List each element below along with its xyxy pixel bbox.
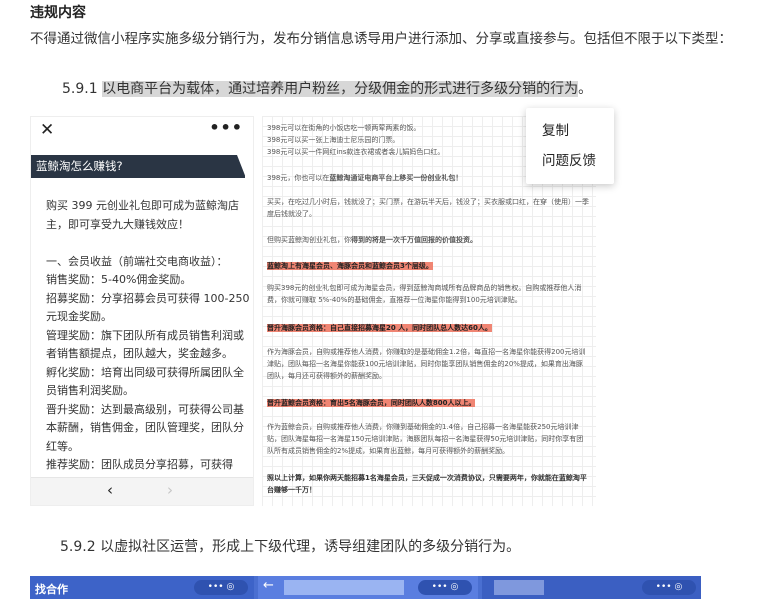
blurred-title	[284, 580, 404, 595]
doc-bold-text: 蓝鲸淘通证电商平台上移买一份创业礼包！	[329, 174, 463, 182]
more-icon[interactable]: •••	[209, 118, 243, 137]
section-number: 5.9.1	[62, 81, 98, 97]
section-5-9-1: 5.9.1 以电商平台为载体，通过培养用户粉丝，分级佣金的形式进行多级分销的行为…	[62, 78, 592, 100]
doc-bold-text: 得到的将是一次千万值回报的价值投资。	[351, 236, 477, 244]
banner-title: 蓝鲸淘怎么赚钱?	[36, 159, 123, 173]
back-arrow-icon[interactable]: ←	[263, 578, 274, 593]
section-5-9-2: 5.9.2 以虚拟社区运营，形成上下级代理，诱导组建团队的多级分销行为。	[60, 539, 521, 555]
strip-panel-3: ••• ◎	[482, 576, 701, 599]
doc-line: 作为海豚会员，自购或推荐他人消费，你赚取的是基础佣金1.2倍，每直招一名海星你能…	[267, 348, 586, 380]
context-menu: 复制 问题反馈	[526, 108, 614, 184]
phone-banner: 蓝鲸淘怎么赚钱?	[31, 155, 246, 178]
back-arrow-icon[interactable]: ‹	[107, 481, 113, 499]
doc-highlight-text: 晋升海豚会员资格：自己直接招募海星20 人，同时团队总人数达60人。	[267, 324, 492, 332]
intro-paragraph: 不得通过微信小程序实施多级分销行为，发布分销信息诱导用户进行添加、分享或直接参与…	[30, 31, 732, 47]
capsule-menu-icon[interactable]: ••• ◎	[642, 580, 696, 595]
strip-panel-1: 找合作 ••• ◎	[30, 576, 254, 599]
banner-notch	[237, 155, 246, 178]
doc-highlight: 蓝鲸淘上有海星会员、海豚会员和蓝鲸会员3个层级。	[267, 260, 589, 272]
bottom-screenshot-strip: 找合作 ••• ◎ ← ••• ◎ ••• ◎	[30, 576, 701, 599]
doc-line: 照以上计算，如果你两天能招募1名海星会员，三天促成一次消费协议，只需要两年，你就…	[267, 474, 587, 494]
capsule-menu-icon[interactable]: ••• ◎	[194, 580, 248, 595]
doc-text: 但购买蓝鲸淘创业礼包，你	[267, 236, 351, 244]
phone-content: 购买 399 元创业礼包即可成为蓝鲸淘店主，即可享受九大赚钱效应！ 一、会员收益…	[46, 199, 250, 490]
doc-highlight: 晋升蓝鲸会员资格：育出5名海豚会员，同时团队人数800人以上。	[267, 397, 589, 409]
miniprogram-screenshot: ✕ ••• 蓝鲸淘怎么赚钱? 购买 399 元创业礼包即可成为蓝鲸淘店主，即可享…	[30, 116, 254, 506]
doc-text: 398元，你也可以在	[267, 174, 330, 182]
forward-arrow-icon[interactable]: ›	[167, 481, 173, 499]
section-heading: 违规内容	[30, 5, 86, 21]
doc-line: 买买，在吃过几小时后，钱就没了；买门票，在游玩半天后，钱没了；买衣服或口红，在穿…	[267, 198, 589, 218]
doc-line: 但购买蓝鲸淘创业礼包，你得到的将是一次千万值回报的价值投资。	[267, 234, 589, 246]
doc-line: 作为蓝鲸会员，自购或推荐他人消费，你赚到基础佣金的1.4倍，自己招募一名海星能获…	[267, 423, 584, 455]
phone-topbar: ✕ •••	[31, 117, 253, 145]
doc-highlight: 晋升海豚会员资格：自己直接招募海星20 人，同时团队总人数达60人。	[267, 322, 589, 334]
selected-text[interactable]: 以电商平台为载体，通过培养用户粉丝，分级佣金的形式进行多级分销的行为	[102, 81, 579, 97]
context-menu-feedback[interactable]: 问题反馈	[526, 146, 614, 176]
doc-highlight-text: 晋升蓝鲸会员资格：育出5名海豚会员，同时团队人数800人以上。	[267, 399, 476, 407]
blurred-title	[494, 580, 544, 595]
doc-line: 购买398元的创业礼包即可成为海星会员，得到蓝鲸淘商城所有品牌商品的销售权。自购…	[267, 284, 582, 304]
strip-title: 找合作	[35, 583, 68, 596]
doc-highlight-text: 蓝鲸淘上有海星会员、海豚会员和蓝鲸会员3个层级。	[267, 262, 433, 270]
context-menu-copy[interactable]: 复制	[526, 116, 614, 146]
strip-panel-2: ← ••• ◎	[258, 576, 478, 599]
close-icon[interactable]: ✕	[40, 120, 54, 140]
phone-navbar: ‹ ›	[31, 477, 253, 505]
section-end: 。	[578, 81, 593, 97]
capsule-menu-icon[interactable]: ••• ◎	[418, 580, 472, 595]
